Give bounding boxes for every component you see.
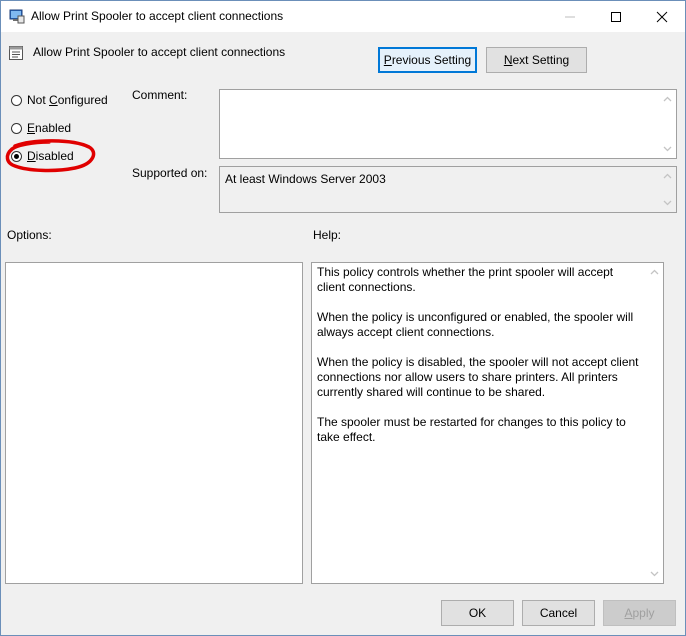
close-icon [656,11,668,22]
supported-on-scrollbar[interactable] [659,167,676,212]
help-label: Help: [313,228,342,242]
maximize-icon [611,11,621,22]
help-paragraph: This policy controls whether the print s… [317,265,614,294]
window-title: Allow Print Spooler to accept client con… [31,9,284,23]
radio-enabled[interactable]: Enabled [11,121,71,135]
supported-on-label: Supported on: [132,166,208,180]
radio-not-configured-label: Not Configured [27,93,108,107]
next-setting-accel: N [503,53,513,67]
next-setting-button[interactable]: Next Setting [486,47,587,73]
next-setting-label: ext Setting [512,53,570,67]
scroll-up-icon[interactable] [650,268,659,277]
policy-title: Allow Print Spooler to accept client con… [33,45,286,59]
radio-enabled-circle [11,122,22,134]
supported-on-field: At least Windows Server 2003 [219,166,677,213]
help-text: This policy controls whether the print s… [317,265,643,460]
minimize-icon [565,16,575,17]
options-pane[interactable] [5,262,303,584]
previous-setting-button[interactable]: Previous Setting [378,47,477,73]
comment-textarea[interactable] [219,89,677,159]
comment-label: Comment: [132,88,188,102]
options-label: Options: [7,228,52,242]
minimize-button[interactable] [547,1,593,32]
help-paragraph: When the policy is disabled, the spooler… [317,355,639,399]
apply-accel: A [624,606,633,620]
apply-label: pply [632,606,655,620]
radio-not-configured-circle [11,94,22,106]
app-icon [9,8,25,24]
cancel-button[interactable]: Cancel [522,600,595,626]
help-pane[interactable]: This policy controls whether the print s… [311,262,664,584]
help-paragraph: The spooler must be restarted for change… [317,415,626,444]
policy-setting-icon [8,45,24,61]
radio-not-configured[interactable]: Not Configured [11,93,108,107]
scroll-down-icon[interactable] [663,144,672,153]
ok-button[interactable]: OK [441,600,514,626]
scroll-up-icon[interactable] [663,95,672,104]
title-bar: Allow Print Spooler to accept client con… [1,1,685,32]
comment-scrollbar[interactable] [659,90,676,158]
scroll-down-icon[interactable] [650,569,659,578]
apply-button[interactable]: Apply [603,600,676,626]
maximize-button[interactable] [593,1,639,32]
scroll-up-icon[interactable] [663,172,672,181]
annotation-circle [5,139,96,173]
radio-enabled-label: Enabled [27,121,72,135]
previous-setting-label: revious Setting [391,53,472,67]
help-scrollbar[interactable] [646,263,663,583]
close-button[interactable] [639,1,685,32]
policy-dialog-window: Allow Print Spooler to accept client con… [0,0,686,636]
supported-on-value: At least Windows Server 2003 [225,172,386,186]
help-paragraph: When the policy is unconfigured or enabl… [317,310,634,339]
scroll-down-icon[interactable] [663,198,672,207]
previous-setting-accel: P [383,53,392,67]
